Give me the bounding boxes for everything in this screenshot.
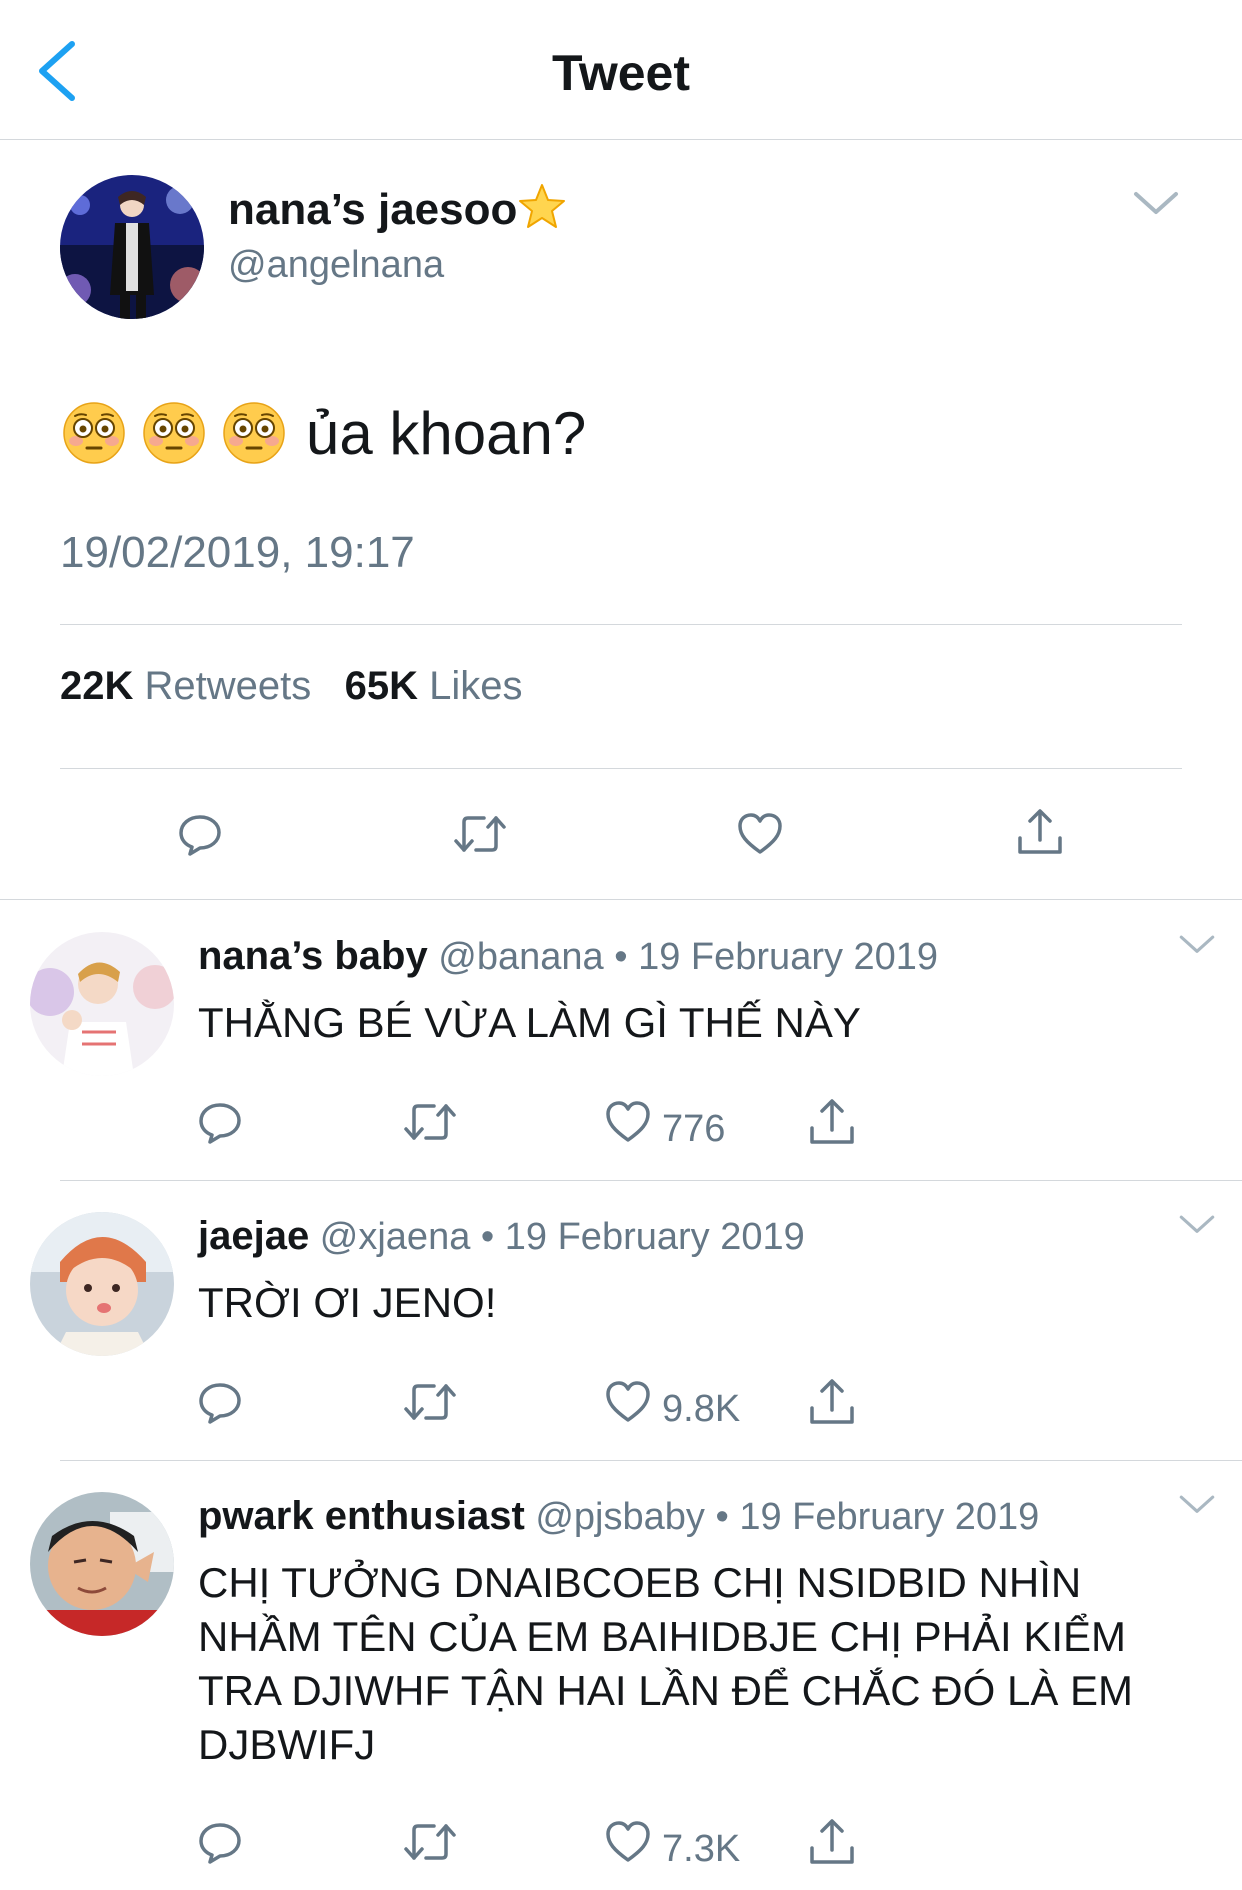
avatar-image [30,932,174,1076]
heart-icon[interactable] [604,1098,652,1146]
flushed-face-icon [62,401,126,465]
chevron-down-icon[interactable] [1178,1214,1216,1236]
reply-header: jaejae @xjaena • 19 February 2019 [198,1214,805,1259]
reply-icon[interactable] [176,810,224,858]
likes-stat[interactable]: 65K Likes [345,664,523,708]
tweet-body: ủa khoan? [306,399,587,467]
heart-icon[interactable] [604,1378,652,1426]
share-icon[interactable] [806,1096,858,1148]
reply-text: TRỜI ƠI JENO! [198,1279,497,1326]
reply-date: • 19 February 2019 [480,1216,805,1258]
author-name[interactable]: nana’s jaesoo [228,182,567,235]
page-title: Tweet [552,45,690,101]
reply-header: pwark enthusiast @pjsbaby • 19 February … [198,1494,1039,1539]
reply-tweet[interactable]: jaejae @xjaena • 19 February 2019 TRỜI Ơ… [0,1180,1242,1460]
reply-author-name[interactable]: nana’s baby [198,934,428,978]
divider [60,624,1182,625]
heart-icon[interactable] [604,1818,652,1866]
avatar[interactable] [30,1212,174,1356]
reply-actions: 7.3K [0,1818,1242,1878]
retweets-stat[interactable]: 22K Retweets [60,664,311,708]
reply-icon[interactable] [196,1818,244,1866]
likes-label: Likes [429,664,523,708]
heart-icon[interactable] [736,810,784,858]
reply-author-handle[interactable]: @banana [438,936,603,978]
reply-text: CHỊ TƯỞNG DNAIBCOEB CHỊ NSIDBID NHÌN NHẦ… [198,1559,1134,1768]
retweet-icon[interactable] [400,1098,460,1146]
author-handle[interactable]: @angelnana [228,244,444,287]
share-icon[interactable] [806,1816,858,1868]
avatar-image [30,1212,174,1356]
retweet-icon[interactable] [450,810,510,858]
reply-actions: 9.8K [0,1378,1242,1438]
reply-tweet[interactable]: nana’s baby @banana • 19 February 2019 T… [0,900,1242,1180]
avatar-image [30,1492,174,1636]
reply-text: THẰNG BÉ VỪA LÀM GÌ THẾ NÀY [198,999,861,1046]
reply-tweet[interactable]: pwark enthusiast @pjsbaby • 19 February … [0,1460,1242,1890]
likes-count: 65K [344,664,418,708]
share-icon[interactable] [1014,806,1066,858]
reply-actions: 776 [0,1098,1242,1158]
chevron-down-icon[interactable] [1178,1494,1216,1516]
retweet-icon[interactable] [400,1378,460,1426]
like-count: 9.8K [662,1388,741,1430]
avatar[interactable] [60,175,204,319]
retweets-count: 22K [60,664,134,708]
reply-author-handle[interactable]: @xjaena [320,1216,471,1258]
like-count: 776 [662,1108,726,1150]
reply-date: • 19 February 2019 [715,1496,1040,1538]
reply-author-name[interactable]: pwark enthusiast [198,1494,525,1538]
reply-icon[interactable] [196,1098,244,1146]
avatar[interactable] [30,932,174,1076]
reply-author-handle[interactable]: @pjsbaby [535,1496,705,1538]
reply-header: nana’s baby @banana • 19 February 2019 [198,934,938,979]
tweet-timestamp: 19/02/2019, 19:17 [60,528,415,577]
tweet-text: ủa khoan? [62,398,586,468]
reply-icon[interactable] [196,1378,244,1426]
retweets-label: Retweets [144,664,312,708]
avatar-image [60,175,204,319]
chevron-down-icon[interactable] [1132,190,1180,218]
retweet-icon[interactable] [400,1818,460,1866]
avatar[interactable] [30,1492,174,1636]
flushed-face-icon [142,401,206,465]
share-icon[interactable] [806,1376,858,1428]
divider [60,768,1182,769]
reply-author-name[interactable]: jaejae [198,1214,309,1258]
chevron-down-icon[interactable] [1178,934,1216,956]
top-bar: Tweet [0,0,1242,140]
like-count: 7.3K [662,1828,741,1870]
star-icon [519,184,566,228]
reply-date: • 19 February 2019 [614,936,939,978]
flushed-face-icon [222,401,286,465]
tweet-stats: 22K Retweets 65K Likes [60,664,523,709]
